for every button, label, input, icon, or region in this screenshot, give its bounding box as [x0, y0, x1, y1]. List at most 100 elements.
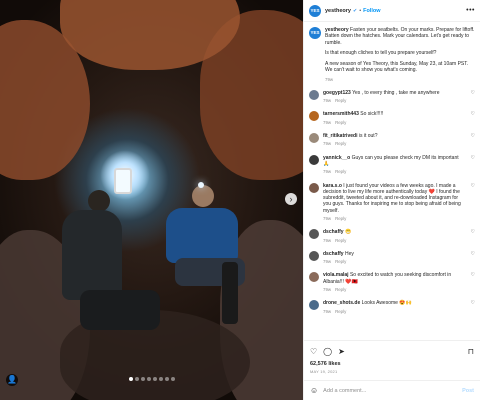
like-icon[interactable]: ♡ [310, 347, 317, 356]
person-left-head [88, 190, 110, 212]
reply-button[interactable]: Reply [335, 120, 346, 125]
comment-body: drone_shots.de Looks Awesome 😍🙌 79w Reply [323, 300, 464, 315]
caption-meta: 79w [325, 77, 475, 83]
commenter-avatar[interactable] [309, 250, 319, 261]
commenter-avatar[interactable] [309, 272, 319, 283]
person-right-body [166, 208, 238, 263]
comment-icon[interactable]: ◯ [323, 347, 332, 356]
comment-row: drone_shots.de Looks Awesome 😍🙌 79w Reply ♡ [309, 300, 475, 315]
comment-username[interactable]: dschaffy [323, 251, 344, 257]
comment-body: yannick__o Guys can you please check my … [323, 155, 464, 176]
comment-row: viola.malaj So excited to watch you seek… [309, 272, 475, 293]
comment-like-icon[interactable]: ♡ [467, 229, 475, 235]
avatar[interactable]: YES [309, 27, 321, 39]
comment-like-icon[interactable]: ♡ [467, 90, 475, 96]
reply-button[interactable]: Reply [335, 309, 346, 314]
post-actions: ♡ ◯ ➤ ⊓ 62,576 likes MAY 19, 2021 [304, 340, 480, 374]
commenter-avatar[interactable] [309, 154, 319, 165]
emoji-icon[interactable]: ☺ [310, 386, 318, 395]
commenter-avatar[interactable] [309, 229, 319, 240]
more-options-icon[interactable]: ••• [466, 7, 475, 14]
reply-button[interactable]: Reply [335, 259, 346, 264]
comment-meta: 79w Reply [323, 98, 464, 104]
comment-time: 79w [323, 141, 332, 147]
caption-time: 79w [325, 77, 334, 83]
reply-button[interactable]: Reply [335, 169, 346, 174]
post-header: YES yestheory ✔ • Follow ••• [304, 0, 480, 22]
comment-meta: 79w Reply [323, 309, 464, 315]
headlamp [198, 182, 204, 188]
reply-button[interactable]: Reply [335, 238, 346, 243]
comment-body: goegypt123 Yes , to every thing , take m… [323, 90, 464, 105]
likes-count[interactable]: 62,576 likes [310, 361, 474, 367]
caption-text-3: A new season of Yes Theory, this Sunday,… [325, 60, 469, 74]
comment-row: goegypt123 Yes , to every thing , take m… [309, 89, 475, 105]
reply-button[interactable]: Reply [335, 216, 346, 221]
comment-username[interactable]: goegypt123 [323, 90, 351, 96]
avatar[interactable]: YES [309, 4, 321, 17]
bookmark-icon[interactable]: ⊓ [468, 347, 474, 356]
action-icons: ♡ ◯ ➤ ⊓ [310, 346, 474, 357]
comment-username[interactable]: fit_ritikatrivedi [323, 133, 357, 139]
verified-icon: ✔ [353, 7, 358, 14]
comment-meta: 79w Reply [323, 141, 464, 147]
reply-button[interactable]: Reply [335, 287, 346, 292]
person-right-head [192, 185, 214, 207]
comment-row: dschaffy Hey 79w Reply ♡ [309, 250, 475, 266]
comment-time: 79w [323, 216, 332, 221]
caption-text-2: Is that enough cliches to tell you prepa… [325, 50, 437, 57]
commenter-avatar[interactable] [309, 300, 319, 311]
comment-body: viola.malaj So excited to watch you seek… [323, 272, 464, 293]
comment-username[interactable]: kara.s.o [323, 183, 342, 189]
person-right-boot [222, 262, 238, 324]
comment-body: dschaffy Hey 79w Reply [323, 251, 464, 266]
comment-like-icon[interactable]: ♡ [467, 272, 475, 278]
follow-button[interactable]: Follow [363, 8, 380, 14]
commenter-avatar[interactable] [309, 111, 319, 122]
comment-time: 79w [323, 169, 332, 175]
comment-like-icon[interactable]: ♡ [467, 133, 475, 139]
caption: YES yestheory Fasten your seatbelts. On … [309, 27, 475, 90]
comment-username[interactable]: yannick__o [323, 155, 350, 161]
comment-text: I just found your videos a few weeks ago… [323, 182, 461, 214]
reply-button[interactable]: Reply [335, 98, 346, 103]
comment-text: So sick!!!!! [360, 111, 384, 118]
add-comment-bar: ☺ Post [304, 380, 480, 400]
comment-time: 79w [323, 98, 332, 104]
next-photo-button[interactable]: › [285, 193, 297, 205]
post-photo[interactable]: › 👤 [0, 0, 303, 400]
comment-text: Hey [344, 250, 354, 257]
comment-username[interactable]: tarnersmith443 [323, 111, 359, 117]
commenter-avatar[interactable] [309, 89, 319, 100]
post-button[interactable]: Post [462, 388, 474, 394]
share-icon[interactable]: ➤ [338, 347, 345, 356]
comment-row: kara.s.o I just found your videos a few … [309, 182, 475, 223]
comment-like-icon[interactable]: ♡ [467, 155, 475, 161]
comment-time: 79w [323, 119, 332, 125]
comment-meta: 79w Reply [323, 216, 464, 222]
post-side-panel: YES yestheory ✔ • Follow ••• YES yestheo… [303, 0, 480, 400]
comment-text: Yes , to every thing , take me anywhere [352, 89, 440, 96]
reply-button[interactable]: Reply [335, 141, 346, 146]
header-username[interactable]: yestheory [325, 8, 351, 14]
comment-username[interactable]: drone_shots.de [323, 300, 360, 306]
comment-username[interactable]: dschaffy [323, 229, 344, 235]
commenter-avatar[interactable] [309, 133, 319, 144]
comment-input[interactable] [323, 387, 463, 394]
comment-like-icon[interactable]: ♡ [467, 111, 475, 117]
comment-like-icon[interactable]: ♡ [467, 183, 475, 189]
comment-username[interactable]: viola.malaj [323, 272, 349, 278]
comments-list[interactable]: YES yestheory Fasten your seatbelts. On … [304, 22, 480, 340]
comment-meta: 79w Reply [323, 169, 464, 175]
commenter-avatar[interactable] [309, 182, 319, 193]
comment-time: 79w [323, 259, 332, 265]
comment-meta: 79w Reply [323, 120, 464, 126]
comment-time: 79w [323, 237, 332, 243]
comment-text: 😁 [344, 229, 352, 236]
person-left-body [62, 210, 122, 300]
comment-like-icon[interactable]: ♡ [467, 300, 475, 306]
caption-username[interactable]: yestheory [325, 27, 349, 33]
comment-row: fit_ritikatrivedi is it out? 79w Reply ♡ [309, 133, 475, 148]
comment-meta: 79w Reply [323, 287, 464, 293]
comment-like-icon[interactable]: ♡ [467, 251, 475, 257]
